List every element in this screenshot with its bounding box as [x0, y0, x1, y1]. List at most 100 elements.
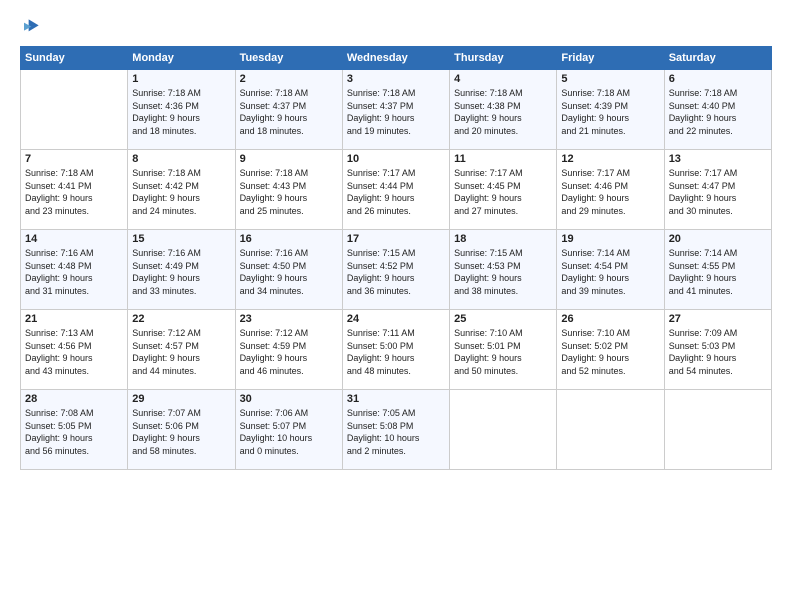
day-cell: 2 Sunrise: 7:18 AMSunset: 4:37 PMDaylight… — [235, 70, 342, 150]
day-cell: 17Sunrise: 7:15 AMSunset: 4:52 PMDayligh… — [342, 230, 449, 310]
week-row-2: 7 Sunrise: 7:18 AMSunset: 4:41 PMDaylight… — [21, 150, 772, 230]
day-cell: 9Sunrise: 7:18 AMSunset: 4:43 PMDaylight… — [235, 150, 342, 230]
day-info: Sunrise: 7:16 AMSunset: 4:50 PMDaylight:… — [240, 247, 338, 297]
day-number: 8 — [132, 153, 230, 165]
day-info: Sunrise: 7:17 AMSunset: 4:45 PMDaylight:… — [454, 167, 552, 217]
day-info: Sunrise: 7:18 AMSunset: 4:39 PMDaylight:… — [561, 87, 659, 137]
day-cell: 22 Sunrise: 7:12 AMSunset: 4:57 PMDayligh… — [128, 310, 235, 390]
day-info: Sunrise: 7:13 AMSunset: 4:56 PMDaylight:… — [25, 327, 123, 377]
day-cell: 31 Sunrise: 7:05 AMSunset: 5:08 PMDayligh… — [342, 390, 449, 470]
day-cell: 30 Sunrise: 7:06 AMSunset: 5:07 PMDayligh… — [235, 390, 342, 470]
day-number: 17 — [347, 233, 445, 245]
day-number: 28 — [25, 393, 123, 405]
day-info: Sunrise: 7:14 AMSunset: 4:54 PMDaylight:… — [561, 247, 659, 297]
header-cell-sunday: Sunday — [21, 47, 128, 70]
day-cell: 27 Sunrise: 7:09 AMSunset: 5:03 PMDayligh… — [664, 310, 771, 390]
day-number: 13 — [669, 153, 767, 165]
day-info: Sunrise: 7:18 AMSunset: 4:41 PMDaylight:… — [25, 167, 123, 217]
day-cell: 26Sunrise: 7:10 AMSunset: 5:02 PMDayligh… — [557, 310, 664, 390]
day-cell: 16 Sunrise: 7:16 AMSunset: 4:50 PMDayligh… — [235, 230, 342, 310]
day-info: Sunrise: 7:16 AMSunset: 4:48 PMDaylight:… — [25, 247, 123, 297]
day-cell: 5 Sunrise: 7:18 AMSunset: 4:39 PMDaylight… — [557, 70, 664, 150]
day-number: 5 — [561, 73, 659, 85]
day-cell — [21, 70, 128, 150]
day-info: Sunrise: 7:10 AMSunset: 5:01 PMDaylight:… — [454, 327, 552, 377]
day-info: Sunrise: 7:18 AMSunset: 4:42 PMDaylight:… — [132, 167, 230, 217]
day-cell: 10Sunrise: 7:17 AMSunset: 4:44 PMDayligh… — [342, 150, 449, 230]
day-cell: 15Sunrise: 7:16 AMSunset: 4:49 PMDayligh… — [128, 230, 235, 310]
day-cell: 29 Sunrise: 7:07 AMSunset: 5:06 PMDayligh… — [128, 390, 235, 470]
day-number: 6 — [669, 73, 767, 85]
day-info: Sunrise: 7:07 AMSunset: 5:06 PMDaylight:… — [132, 407, 230, 457]
day-cell: 4 Sunrise: 7:18 AMSunset: 4:38 PMDaylight… — [450, 70, 557, 150]
day-info: Sunrise: 7:17 AMSunset: 4:47 PMDaylight:… — [669, 167, 767, 217]
day-number: 3 — [347, 73, 445, 85]
day-cell: 11 Sunrise: 7:17 AMSunset: 4:45 PMDayligh… — [450, 150, 557, 230]
day-cell: 3 Sunrise: 7:18 AMSunset: 4:37 PMDaylight… — [342, 70, 449, 150]
day-number: 25 — [454, 313, 552, 325]
day-number: 1 — [132, 73, 230, 85]
week-row-1: 1 Sunrise: 7:18 AMSunset: 4:36 PMDaylight… — [21, 70, 772, 150]
day-number: 26 — [561, 313, 659, 325]
day-info: Sunrise: 7:12 AMSunset: 4:57 PMDaylight:… — [132, 327, 230, 377]
day-number: 14 — [25, 233, 123, 245]
calendar-page: SundayMondayTuesdayWednesdayThursdayFrid… — [0, 0, 792, 612]
header-cell-wednesday: Wednesday — [342, 47, 449, 70]
day-number: 22 — [132, 313, 230, 325]
day-number: 11 — [454, 153, 552, 165]
header — [20, 16, 772, 36]
day-cell — [664, 390, 771, 470]
day-cell: 21 Sunrise: 7:13 AMSunset: 4:56 PMDayligh… — [21, 310, 128, 390]
day-number: 31 — [347, 393, 445, 405]
day-info: Sunrise: 7:05 AMSunset: 5:08 PMDaylight:… — [347, 407, 445, 457]
header-cell-tuesday: Tuesday — [235, 47, 342, 70]
day-info: Sunrise: 7:12 AMSunset: 4:59 PMDaylight:… — [240, 327, 338, 377]
day-number: 21 — [25, 313, 123, 325]
day-number: 4 — [454, 73, 552, 85]
day-info: Sunrise: 7:18 AMSunset: 4:43 PMDaylight:… — [240, 167, 338, 217]
day-number: 19 — [561, 233, 659, 245]
day-cell: 28 Sunrise: 7:08 AMSunset: 5:05 PMDayligh… — [21, 390, 128, 470]
day-cell — [557, 390, 664, 470]
day-number: 15 — [132, 233, 230, 245]
week-row-4: 21 Sunrise: 7:13 AMSunset: 4:56 PMDayligh… — [21, 310, 772, 390]
week-row-5: 28 Sunrise: 7:08 AMSunset: 5:05 PMDayligh… — [21, 390, 772, 470]
day-number: 2 — [240, 73, 338, 85]
day-info: Sunrise: 7:06 AMSunset: 5:07 PMDaylight:… — [240, 407, 338, 457]
day-info: Sunrise: 7:08 AMSunset: 5:05 PMDaylight:… — [25, 407, 123, 457]
day-number: 24 — [347, 313, 445, 325]
day-cell: 6Sunrise: 7:18 AMSunset: 4:40 PMDaylight… — [664, 70, 771, 150]
day-info: Sunrise: 7:15 AMSunset: 4:53 PMDaylight:… — [454, 247, 552, 297]
day-number: 16 — [240, 233, 338, 245]
day-cell: 24 Sunrise: 7:11 AMSunset: 5:00 PMDayligh… — [342, 310, 449, 390]
day-number: 18 — [454, 233, 552, 245]
day-info: Sunrise: 7:18 AMSunset: 4:37 PMDaylight:… — [240, 87, 338, 137]
day-number: 7 — [25, 153, 123, 165]
header-cell-thursday: Thursday — [450, 47, 557, 70]
day-info: Sunrise: 7:09 AMSunset: 5:03 PMDaylight:… — [669, 327, 767, 377]
day-cell: 20 Sunrise: 7:14 AMSunset: 4:55 PMDayligh… — [664, 230, 771, 310]
day-info: Sunrise: 7:18 AMSunset: 4:36 PMDaylight:… — [132, 87, 230, 137]
day-number: 27 — [669, 313, 767, 325]
day-number: 23 — [240, 313, 338, 325]
day-cell — [450, 390, 557, 470]
day-number: 29 — [132, 393, 230, 405]
day-info: Sunrise: 7:14 AMSunset: 4:55 PMDaylight:… — [669, 247, 767, 297]
day-number: 20 — [669, 233, 767, 245]
calendar-table: SundayMondayTuesdayWednesdayThursdayFrid… — [20, 46, 772, 470]
day-info: Sunrise: 7:18 AMSunset: 4:38 PMDaylight:… — [454, 87, 552, 137]
day-info: Sunrise: 7:11 AMSunset: 5:00 PMDaylight:… — [347, 327, 445, 377]
header-cell-saturday: Saturday — [664, 47, 771, 70]
day-cell: 1 Sunrise: 7:18 AMSunset: 4:36 PMDaylight… — [128, 70, 235, 150]
calendar-body: 1 Sunrise: 7:18 AMSunset: 4:36 PMDaylight… — [21, 70, 772, 470]
day-number: 30 — [240, 393, 338, 405]
day-cell: 14 Sunrise: 7:16 AMSunset: 4:48 PMDayligh… — [21, 230, 128, 310]
day-cell: 19 Sunrise: 7:14 AMSunset: 4:54 PMDayligh… — [557, 230, 664, 310]
header-cell-friday: Friday — [557, 47, 664, 70]
day-cell: 7 Sunrise: 7:18 AMSunset: 4:41 PMDaylight… — [21, 150, 128, 230]
day-cell: 25 Sunrise: 7:10 AMSunset: 5:01 PMDayligh… — [450, 310, 557, 390]
day-cell: 8 Sunrise: 7:18 AMSunset: 4:42 PMDaylight… — [128, 150, 235, 230]
day-info: Sunrise: 7:18 AMSunset: 4:37 PMDaylight:… — [347, 87, 445, 137]
day-info: Sunrise: 7:17 AMSunset: 4:46 PMDaylight:… — [561, 167, 659, 217]
day-number: 10 — [347, 153, 445, 165]
